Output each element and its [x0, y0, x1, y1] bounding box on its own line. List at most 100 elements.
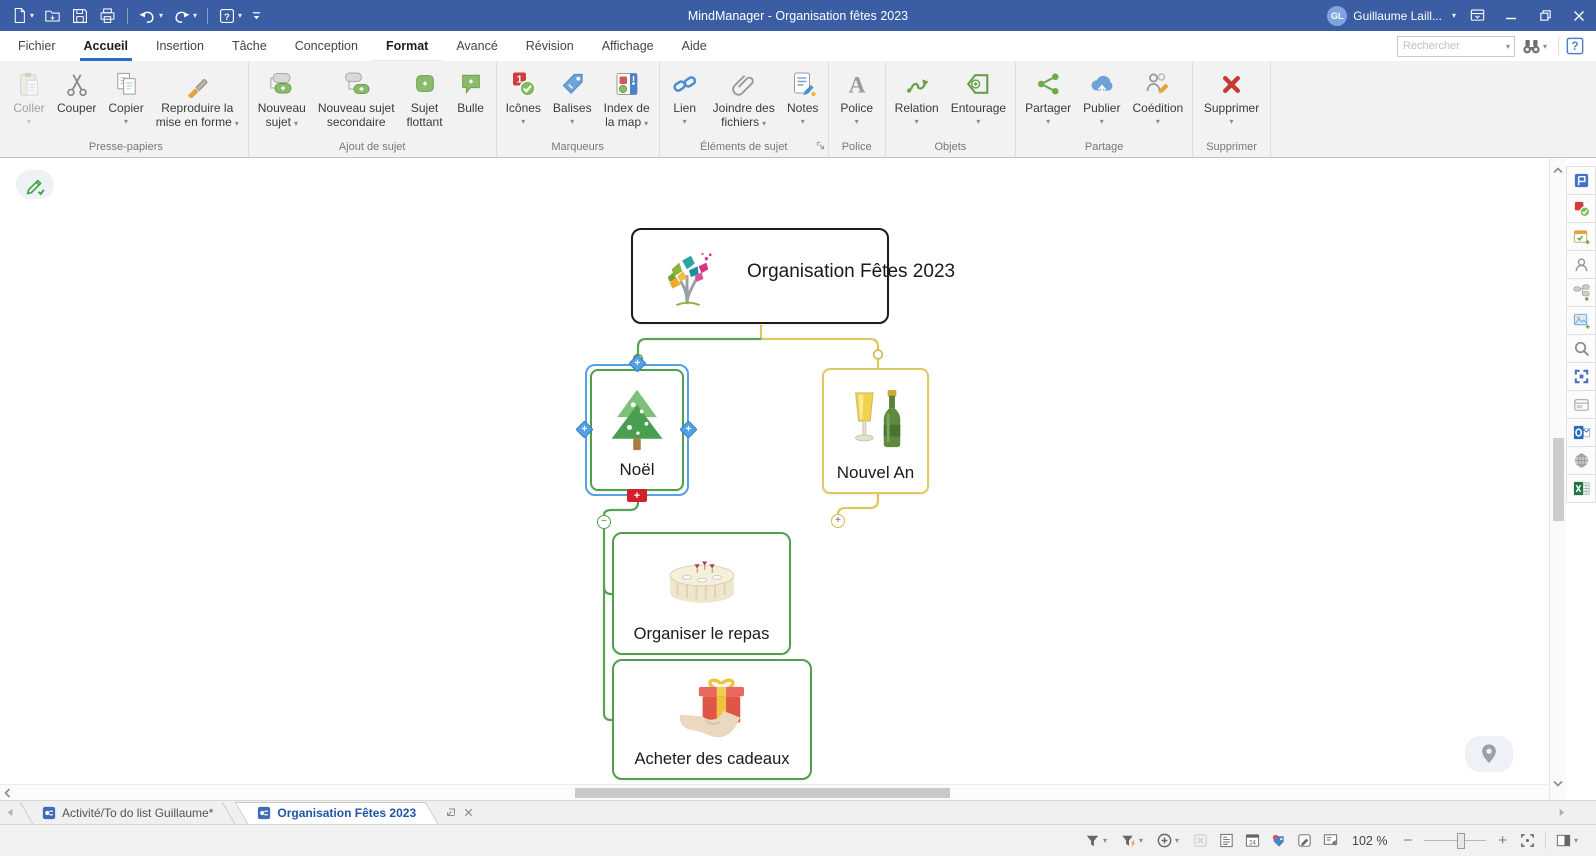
menu-tab-affichage[interactable]: Affichage — [588, 31, 668, 61]
topic-nouvel-an[interactable]: Nouvel An — [822, 368, 929, 494]
menu-tab-fichier[interactable]: Fichier — [4, 31, 70, 61]
tag-button[interactable]: Balises▾ — [547, 64, 598, 127]
side-tab-excel[interactable] — [1566, 474, 1596, 503]
new-document-icon[interactable]: ▾ — [7, 3, 38, 29]
schedule-view-icon[interactable]: 24 — [1244, 832, 1261, 849]
outline-view-icon[interactable] — [1218, 832, 1235, 849]
scroll-up-icon[interactable] — [1552, 164, 1564, 182]
side-tab-map-parts[interactable] — [1566, 278, 1596, 307]
user-name[interactable]: Guillaume Laill... — [1353, 9, 1442, 23]
delete-button[interactable]: Supprimer▾ — [1198, 64, 1265, 127]
side-tab-library[interactable] — [1566, 166, 1596, 195]
tab-close-icon[interactable] — [464, 806, 473, 820]
help-icon[interactable]: ? — [1566, 37, 1584, 55]
user-menu-chevron-icon[interactable]: ▾ — [1446, 3, 1460, 29]
menu-tab-insertion[interactable]: Insertion — [142, 31, 218, 61]
relationship-button[interactable]: Relation▾ — [889, 64, 945, 127]
side-tab-task-markers[interactable] — [1566, 194, 1596, 223]
share-button[interactable]: Partager▾ — [1019, 64, 1077, 127]
redo-icon[interactable]: ▾ — [168, 3, 201, 29]
notes-button[interactable]: Notes▾ — [781, 64, 825, 127]
publish-button[interactable]: Publier▾ — [1077, 64, 1126, 127]
menu-tab-avance[interactable]: Avancé — [442, 31, 511, 61]
paste-button[interactable]: Coller▾ — [7, 64, 51, 127]
cut-button[interactable]: Couper — [51, 64, 102, 117]
search-dropdown-icon[interactable]: ▾ — [1506, 42, 1514, 51]
vertical-scroll-thumb[interactable] — [1553, 438, 1564, 521]
side-tab-web[interactable] — [1566, 446, 1596, 475]
print-icon[interactable] — [94, 3, 121, 29]
ribbon-display-options-icon[interactable] — [1460, 0, 1494, 31]
map-index-button[interactable]: Index de la map▾ — [598, 64, 656, 131]
side-tab-search[interactable] — [1566, 334, 1596, 363]
select-mode-icon[interactable] — [1192, 832, 1209, 849]
side-tab-outlook[interactable] — [1566, 418, 1596, 447]
floating-topic-button[interactable]: Sujet flottant — [401, 64, 449, 130]
topic-noel[interactable]: Noël — [590, 369, 684, 491]
panel-toggle-icon[interactable]: ▾ — [1555, 832, 1582, 849]
side-tab-fit-map[interactable] — [1566, 362, 1596, 391]
find-binoculars-icon[interactable]: ▾ — [1522, 38, 1551, 55]
tag-view-icon[interactable] — [1270, 832, 1287, 849]
help-box-icon[interactable]: ?▾ — [214, 3, 246, 29]
dialog-launcher-icon[interactable] — [816, 141, 825, 153]
horizontal-scrollbar[interactable] — [0, 784, 1549, 800]
restore-button[interactable] — [1528, 0, 1562, 31]
save-icon[interactable] — [67, 3, 93, 29]
zoom-in-button[interactable]: + — [1495, 832, 1510, 849]
filter-icon[interactable]: ▾ — [1084, 832, 1111, 849]
marker-icons-button[interactable]: 1Icônes▾ — [500, 64, 547, 127]
tab-popout-icon[interactable] — [446, 806, 456, 820]
collapse-button[interactable]: − — [597, 515, 611, 529]
document-tab[interactable]: Activité/To do list Guillaume* — [20, 801, 235, 824]
power-filter-icon[interactable]: ▾ — [1120, 832, 1147, 849]
quick-add-icon[interactable]: ▾ — [1156, 832, 1183, 849]
side-tab-contact[interactable] — [1566, 250, 1596, 279]
new-topic-button[interactable]: Nouveau sujet▾ — [252, 64, 312, 131]
presentation-mode-icon[interactable] — [1322, 832, 1339, 849]
document-tab-active[interactable]: Organisation Fêtes 2023 — [235, 801, 438, 824]
side-tab-calendar[interactable] — [1566, 222, 1596, 251]
zoom-slider[interactable] — [1424, 833, 1486, 849]
callout-button[interactable]: Bulle — [449, 64, 493, 117]
fit-screen-icon[interactable] — [1519, 832, 1536, 849]
menu-tab-tache[interactable]: Tâche — [218, 31, 281, 61]
close-button[interactable] — [1562, 0, 1596, 31]
tab-scroll-right-icon[interactable] — [1557, 806, 1566, 820]
search-box[interactable]: ▾ — [1397, 36, 1515, 57]
notes-view-icon[interactable] — [1296, 832, 1313, 849]
link-button[interactable]: Lien▾ — [663, 64, 707, 127]
boundary-button[interactable]: Entourage▾ — [945, 64, 1012, 127]
attach-button[interactable]: Joindre des fichiers▾ — [707, 64, 781, 131]
avatar[interactable]: GL — [1327, 6, 1347, 26]
location-pin-icon[interactable] — [1465, 736, 1513, 772]
undo-icon[interactable]: ▾ — [134, 3, 167, 29]
menu-tab-accueil[interactable]: Accueil — [70, 31, 142, 61]
topic-repas[interactable]: Organiser le repas — [612, 532, 791, 655]
expand-button[interactable]: + — [831, 514, 845, 528]
zoom-out-button[interactable]: − — [1400, 832, 1415, 849]
new-subtopic-button[interactable]: Nouveau sujet secondaire — [312, 64, 401, 130]
menu-tab-format[interactable]: Format — [372, 31, 442, 61]
minimize-button[interactable] — [1494, 0, 1528, 31]
search-input[interactable] — [1398, 40, 1506, 52]
vertical-scrollbar[interactable] — [1549, 158, 1566, 800]
scroll-left-icon[interactable] — [2, 786, 14, 800]
open-folder-icon[interactable] — [39, 3, 66, 29]
menu-tab-aide[interactable]: Aide — [668, 31, 721, 61]
map-canvas[interactable]: Organisation Fêtes 2023NoëlNouvel AnOrga… — [0, 158, 1549, 800]
menu-tab-conception[interactable]: Conception — [281, 31, 372, 61]
font-button[interactable]: APolice▾ — [834, 64, 879, 127]
side-tab-images[interactable] — [1566, 306, 1596, 335]
coediting-button[interactable]: Coédition▾ — [1126, 64, 1189, 127]
horizontal-scroll-thumb[interactable] — [575, 788, 950, 798]
format-painter-button[interactable]: Reproduire la mise en forme▾ — [150, 64, 245, 131]
topic-cadeaux[interactable]: Acheter des cadeaux — [612, 659, 812, 780]
scroll-down-icon[interactable] — [1552, 776, 1564, 794]
zoom-slider-handle[interactable] — [1457, 833, 1465, 849]
priority-badge[interactable]: + — [627, 489, 647, 502]
side-tab-window[interactable] — [1566, 390, 1596, 419]
menu-tab-revision[interactable]: Révision — [512, 31, 588, 61]
copy-button[interactable]: Copier▾ — [102, 64, 149, 127]
tab-scroll-left-icon[interactable] — [0, 801, 20, 824]
